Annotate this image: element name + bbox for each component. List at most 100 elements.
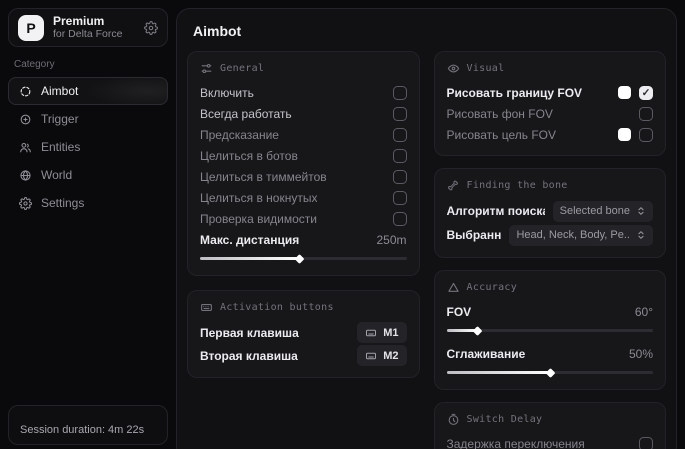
dropdown-value: Selected bone	[560, 205, 630, 217]
toggle-row: Включить	[200, 82, 407, 103]
checkbox[interactable]	[393, 191, 407, 205]
toggle-row: Задержка переключения	[447, 433, 654, 449]
bone-row: Алгоритм поиска костей Selected bone	[447, 199, 654, 223]
tune-icon	[200, 62, 213, 75]
checkbox[interactable]	[639, 107, 653, 121]
toggle-label: Целиться в ботов	[200, 149, 298, 163]
fov-slider[interactable]	[447, 324, 654, 337]
visual-label: Рисовать цель FOV	[447, 128, 557, 142]
sidebar-item-entities[interactable]: Entities	[8, 133, 168, 161]
sidebar-item-settings[interactable]: Settings	[8, 189, 168, 217]
sidebar-item-label: Settings	[41, 196, 84, 210]
slider-header-row: Макс. дистанция 250m	[200, 229, 407, 250]
selected-bones-dropdown[interactable]: Head, Neck, Body, Pe..	[509, 225, 653, 246]
brand-title: Premium	[53, 15, 135, 29]
max-distance-slider[interactable]	[200, 252, 407, 265]
activation-card: Activation buttons Первая клавиша M1 Вто…	[187, 290, 420, 378]
keybind-button[interactable]: M2	[357, 345, 406, 366]
toggle-row: Целиться в ботов	[200, 145, 407, 166]
keybind-row: Первая клавиша M1	[200, 321, 407, 344]
checkbox[interactable]	[393, 107, 407, 121]
toggle-label: Задержка переключения	[447, 437, 585, 449]
visual-row: Рисовать цель FOV	[447, 124, 654, 145]
gear-icon	[19, 197, 32, 210]
category-label: Category	[14, 59, 162, 70]
checkbox[interactable]	[393, 212, 407, 226]
visual-label: Рисовать фон FOV	[447, 107, 553, 121]
sidebar-item-aimbot[interactable]: Aimbot	[8, 77, 168, 105]
color-swatch[interactable]	[618, 128, 631, 141]
checkbox[interactable]	[639, 437, 653, 449]
keybind-value: M2	[383, 350, 398, 362]
color-swatch[interactable]	[618, 86, 631, 99]
keybind-row: Вторая клавиша M2	[200, 344, 407, 367]
checkbox[interactable]	[393, 128, 407, 142]
entities-icon	[19, 141, 32, 154]
slider-header-row: Сглаживание 50%	[447, 343, 654, 364]
slider-fill	[200, 257, 299, 260]
toggle-row: Целиться в нокнутых	[200, 187, 407, 208]
slider-label: Сглаживание	[447, 347, 526, 361]
sidebar-item-trigger[interactable]: Trigger	[8, 105, 168, 133]
visual-card: Visual Рисовать границу FOV Рисовать фон…	[434, 51, 667, 156]
slider-value: 60°	[635, 305, 653, 319]
sidebar-item-label: Aimbot	[41, 84, 78, 98]
card-title: Finding the bone	[467, 180, 568, 191]
checkbox[interactable]	[639, 86, 653, 100]
toggle-label: Предсказание	[200, 128, 279, 142]
toggle-row: Целиться в тиммейтов	[200, 166, 407, 187]
keyboard-icon	[365, 327, 377, 339]
checkbox[interactable]	[393, 170, 407, 184]
general-card: General Включить Всегда работать Предска…	[187, 51, 420, 276]
bones-card: Finding the bone Алгоритм поиска костей …	[434, 168, 667, 258]
card-title: Switch Delay	[467, 414, 543, 425]
dropdown-value: Head, Neck, Body, Pe..	[516, 229, 630, 241]
keyboard-icon	[200, 301, 213, 314]
toggle-row: Проверка видимости	[200, 208, 407, 229]
card-title: Activation buttons	[220, 302, 334, 313]
brand-subtitle: for Delta Force	[53, 28, 135, 40]
slider-label: Макс. дистанция	[200, 233, 299, 247]
toggle-label: Включить	[200, 86, 254, 100]
checkbox[interactable]	[393, 149, 407, 163]
session-duration-box: Session duration: 4m 22s	[8, 405, 168, 445]
checkbox[interactable]	[639, 128, 653, 142]
main-panel: Aimbot General Включить Всегда работать	[176, 8, 677, 449]
bone-label: Алгоритм поиска костей	[447, 204, 545, 218]
accuracy-card: Accuracy FOV 60° Сглаживание 50%	[434, 270, 667, 390]
slider-label: FOV	[447, 305, 472, 319]
smoothing-slider[interactable]	[447, 366, 654, 379]
slider-fill	[447, 329, 478, 332]
sidebar-nav: Aimbot Trigger Entities World Settings	[8, 77, 168, 217]
toggle-label: Целиться в тиммейтов	[200, 170, 327, 184]
slider-fill	[447, 371, 550, 374]
timer-icon	[447, 413, 460, 426]
page-title: Aimbot	[177, 23, 676, 51]
keybind-button[interactable]: M1	[357, 322, 406, 343]
sidebar-item-world[interactable]: World	[8, 161, 168, 189]
eye-icon	[447, 62, 460, 75]
keybind-value: M1	[383, 327, 398, 339]
globe-icon	[19, 169, 32, 182]
chevrons-up-down-icon	[636, 230, 646, 240]
toggle-row: Всегда работать	[200, 103, 407, 124]
bone-row: Выбранные кости Head, Neck, Body, Pe..	[447, 223, 654, 247]
brand-card: P Premium for Delta Force	[8, 8, 168, 47]
card-title: General	[220, 63, 264, 74]
toggle-label: Проверка видимости	[200, 212, 317, 226]
card-title: Accuracy	[467, 282, 518, 293]
session-duration-text: Session duration: 4m 22s	[20, 424, 144, 436]
toggle-label: Всегда работать	[200, 107, 292, 121]
checkbox[interactable]	[393, 86, 407, 100]
bone-label: Выбранные кости	[447, 228, 502, 242]
chevrons-up-down-icon	[636, 206, 646, 216]
visual-row: Рисовать границу FOV	[447, 82, 654, 103]
brand-logo: P	[18, 15, 44, 41]
crosshair-icon	[19, 85, 32, 98]
gear-icon[interactable]	[144, 21, 158, 35]
card-title: Visual	[467, 63, 505, 74]
slider-value: 250m	[376, 233, 406, 247]
triangle-icon	[447, 281, 460, 294]
bone-algorithm-dropdown[interactable]: Selected bone	[553, 201, 653, 222]
visual-label: Рисовать границу FOV	[447, 86, 583, 100]
